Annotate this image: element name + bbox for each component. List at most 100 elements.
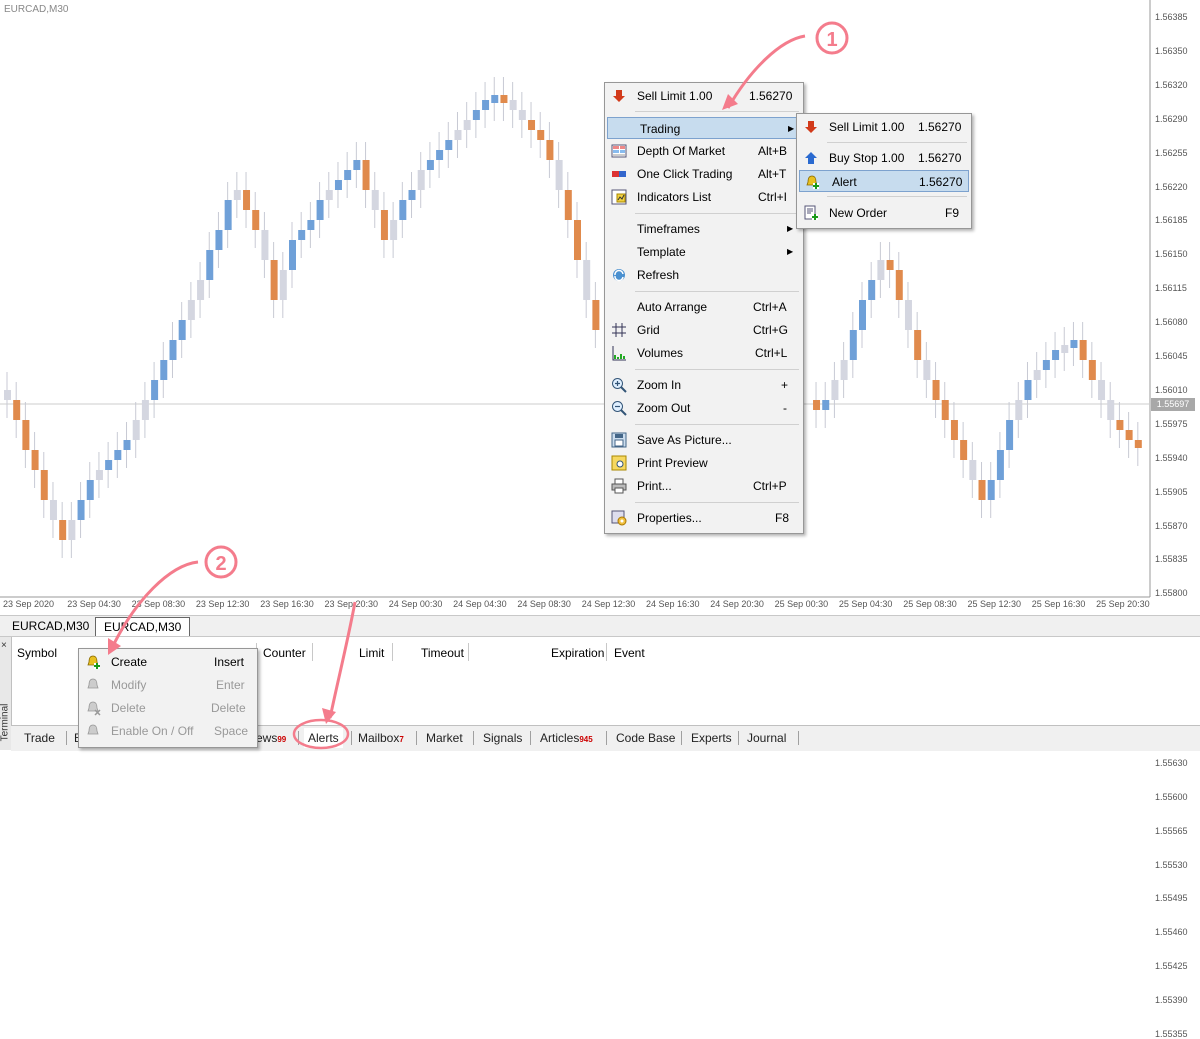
tab-signals[interactable]: Signals: [483, 728, 522, 748]
candle-body: [178, 320, 186, 340]
menu-item-trading-label: Trading: [640, 122, 681, 136]
zoom-out-icon: [612, 401, 627, 416]
candle-body: [40, 470, 48, 500]
close-icon[interactable]: ×: [1, 640, 7, 651]
candle-body: [408, 190, 416, 200]
menu-item-enable[interactable]: Enable On / Off Space: [81, 720, 255, 742]
price-tick-label: 1.56080: [1155, 317, 1188, 328]
column-divider[interactable]: [606, 643, 607, 661]
tab-market[interactable]: Market: [426, 728, 463, 748]
candle-body: [114, 450, 122, 460]
submenu-new-order-label: New Order: [829, 206, 888, 220]
candle-body: [1098, 380, 1106, 400]
candle-body: [1033, 370, 1041, 380]
menu-item-print-preview[interactable]: Print Preview: [607, 452, 801, 474]
column-header-limit[interactable]: Limit: [359, 646, 384, 660]
menu-item-timeframes[interactable]: Timeframes ▶: [607, 218, 801, 240]
chart-tab-eurcad-2[interactable]: EURCAD,M30: [95, 617, 191, 636]
menu-item-create-shortcut: Insert: [214, 655, 245, 669]
time-tick-label: 25 Sep 16:30: [1031, 599, 1086, 609]
menu-item-refresh-label: Refresh: [637, 268, 680, 282]
tab-code-base[interactable]: Code Base: [616, 728, 675, 748]
menu-item-grid[interactable]: Grid Ctrl+G: [607, 319, 801, 341]
candle-body: [859, 300, 866, 330]
column-divider[interactable]: [312, 643, 313, 661]
alerts-context-menu: Create Insert Modify Enter Delete Delete…: [78, 648, 258, 748]
menu-item-delete[interactable]: Delete Delete: [81, 697, 255, 719]
tab-trade[interactable]: Trade: [24, 728, 55, 748]
candle-body: [1134, 440, 1142, 448]
chart-tab-eurcad-1[interactable]: EURCAD,M30: [4, 617, 97, 635]
column-header-counter[interactable]: Counter: [263, 646, 306, 660]
menu-item-print[interactable]: Print... Ctrl+P: [607, 475, 801, 497]
indicators-list-icon: [611, 189, 627, 205]
candle-body: [950, 420, 958, 440]
submenu-item-buy-stop[interactable]: Buy Stop 1.00 1.56270: [799, 147, 969, 169]
menu-item-template[interactable]: Template ▶: [607, 241, 801, 263]
candle-body: [68, 520, 76, 540]
menu-item-auto-arrange[interactable]: Auto Arrange Ctrl+A: [607, 296, 801, 318]
menu-item-sell-limit[interactable]: Sell Limit 1.00 1.56270: [607, 85, 801, 107]
menu-item-depth-of-market[interactable]: Depth Of Market Alt+B: [607, 140, 801, 162]
column-header-timeout[interactable]: Timeout: [421, 646, 464, 660]
column-divider[interactable]: [392, 643, 393, 661]
enable-alert-icon: [87, 724, 99, 735]
submenu-item-sell-limit[interactable]: Sell Limit 1.00 1.56270: [799, 116, 969, 138]
candle-body: [22, 420, 30, 450]
submenu-buy-stop-price: 1.56270: [918, 151, 962, 165]
menu-item-trading[interactable]: Trading ▶: [607, 117, 801, 139]
candle-body: [518, 110, 526, 120]
candle-body: [831, 380, 839, 400]
submenu-item-alert[interactable]: Alert 1.56270: [799, 170, 969, 192]
menu-item-save-picture[interactable]: Save As Picture...: [607, 429, 801, 451]
time-tick-label: 23 Sep 2020: [3, 599, 55, 609]
menu-item-refresh[interactable]: Refresh: [607, 264, 801, 286]
menu-item-zoom-out[interactable]: Zoom Out -: [607, 397, 801, 419]
column-header-symbol[interactable]: Symbol: [17, 646, 57, 660]
column-header-expiration[interactable]: Expiration: [551, 646, 604, 660]
submenu-item-new-order[interactable]: New Order F9: [799, 202, 969, 224]
depth-of-market-icon: [611, 144, 627, 158]
tab-news[interactable]: ews99: [256, 728, 286, 748]
menu-item-properties-shortcut: F8: [775, 511, 790, 525]
tab-articles[interactable]: Articles945: [540, 728, 593, 748]
column-header-event[interactable]: Event: [614, 646, 645, 660]
price-tick-label: 1.55600: [1155, 791, 1188, 802]
candlestick-chart[interactable]: [0, 0, 1200, 615]
tab-alerts[interactable]: Alerts: [304, 728, 343, 748]
menu-item-zoom-in[interactable]: Zoom In +: [607, 374, 801, 396]
menu-item-indicators-list[interactable]: Indicators List Ctrl+I: [607, 186, 801, 208]
chart-tab-bar: EURCAD,M30 EURCAD,M30: [0, 616, 1200, 637]
tab-divider: [473, 731, 474, 745]
tab-experts[interactable]: Experts: [691, 728, 732, 748]
candle-body: [463, 120, 471, 130]
time-tick-label: 24 Sep 20:30: [710, 599, 764, 609]
menu-item-auto-arrange-label: Auto Arrange: [637, 300, 708, 314]
menu-item-create[interactable]: Create Insert: [81, 651, 255, 673]
candle-body: [77, 500, 85, 520]
price-tick-label: 1.56255: [1155, 147, 1188, 158]
menu-item-print-shortcut: Ctrl+P: [753, 479, 787, 493]
candle-body: [886, 260, 894, 270]
candle-body: [13, 400, 21, 420]
candle-body: [334, 180, 342, 190]
menu-item-print-preview-label: Print Preview: [637, 456, 708, 470]
candle-body: [344, 170, 352, 180]
menu-item-properties[interactable]: Properties... F8: [607, 507, 801, 529]
volumes-icon: [612, 346, 626, 361]
menu-item-volumes[interactable]: Volumes Ctrl+L: [607, 342, 801, 364]
price-chart[interactable]: EURCAD,M30 1.56385 1.56350 1.56320 1.56290 1…: [0, 0, 1200, 1039]
tab-mailbox[interactable]: Mailbox7: [358, 728, 404, 748]
column-divider[interactable]: [468, 643, 469, 661]
price-tick-label: 1.55630: [1155, 757, 1188, 768]
candle-body: [105, 460, 113, 470]
menu-separator: [827, 196, 967, 197]
candle-body: [132, 420, 140, 440]
menu-item-one-click-trading[interactable]: One Click Trading Alt+T: [607, 163, 801, 185]
candle-body: [482, 100, 490, 110]
candle-body: [546, 140, 554, 160]
menu-item-modify[interactable]: Modify Enter: [81, 674, 255, 696]
tab-journal[interactable]: Journal: [747, 728, 786, 748]
menu-item-zoom-out-shortcut: -: [783, 401, 787, 415]
price-tick-label: 1.56045: [1155, 351, 1188, 361]
